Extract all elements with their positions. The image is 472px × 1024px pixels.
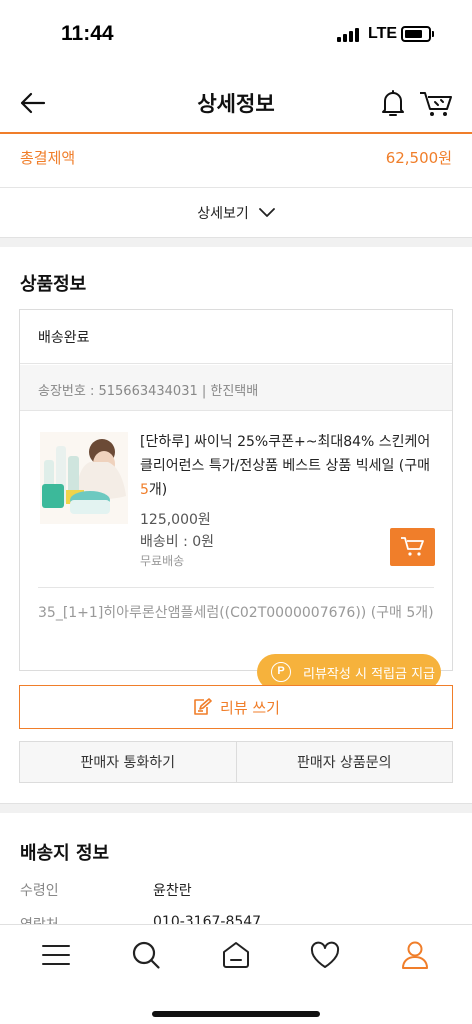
seller-actions: 판매자 통화하기 판매자 상품문의 (19, 741, 453, 783)
status-time: 11:44 (61, 22, 114, 45)
add-to-cart-button[interactable] (390, 528, 435, 566)
recipient-label: 수령인 (20, 883, 59, 899)
edit-icon (194, 698, 212, 715)
total-payment-row: 총결제액 62,500원 (0, 136, 472, 188)
tab-search[interactable] (126, 935, 166, 975)
write-review-button[interactable]: 리뷰 쓰기 (19, 685, 453, 729)
cart-icon (420, 92, 452, 116)
product-price: 125,000원 (140, 512, 211, 528)
order-card: 배송완료 송장번호 : 515663434031 | 한진택배 [단하루] 싸이… (19, 309, 453, 671)
detail-toggle-label: 상세보기 (197, 206, 249, 222)
user-icon (402, 941, 428, 969)
signal-icon (337, 28, 359, 42)
shipping-note: 무료배송 (140, 554, 185, 568)
tab-home[interactable] (216, 935, 256, 975)
bottom-tab-bar (0, 924, 472, 1024)
heart-icon (310, 941, 340, 968)
status-bar: 11:44 LTE (0, 0, 472, 72)
tracking-info: 송장번호 : 515663434031 | 한진택배 (38, 384, 259, 399)
app-header: 상세정보 (0, 72, 472, 134)
purchase-quantity: 5 (140, 482, 149, 498)
product-section-title: 상품정보 (20, 274, 87, 295)
tracking-row: 송장번호 : 515663434031 | 한진택배 (20, 365, 452, 411)
product-name[interactable]: [단하루] 싸이닉 25%쿠폰+~최대84% 스킨케어 클리어런스 특가/전상품… (140, 430, 440, 502)
tooltip-text: 리뷰작성 시 적립금 지급 (303, 667, 435, 682)
call-seller-button[interactable]: 판매자 통화하기 (19, 741, 237, 783)
tab-menu[interactable] (36, 935, 76, 975)
card-divider (38, 587, 434, 588)
delivery-status-row: 배송완료 (20, 310, 452, 364)
point-icon: P (271, 662, 291, 682)
shipping-section-title: 배송지 정보 (20, 843, 110, 864)
write-review-label: 리뷰 쓰기 (220, 698, 280, 717)
recipient-value: 윤찬란 (153, 883, 192, 899)
network-label: LTE (368, 25, 398, 42)
product-image[interactable] (40, 432, 128, 524)
home-icon (223, 942, 249, 968)
cart-button[interactable] (416, 86, 456, 120)
tab-wishlist[interactable] (305, 935, 345, 975)
product-option: 35_[1+1]히아루론산앰플세럼((C02T0000007676)) (구매 … (38, 605, 434, 621)
notification-button[interactable] (376, 86, 410, 120)
chevron-down-icon (258, 208, 275, 217)
shipping-fee: 배송비 : 0원 (140, 534, 215, 550)
seller-inquiry-button[interactable]: 판매자 상품문의 (236, 741, 453, 783)
total-value: 62,500원 (385, 149, 452, 167)
delivery-status: 배송완료 (38, 330, 90, 346)
total-label: 총결제액 (20, 149, 76, 167)
section-divider (0, 237, 472, 247)
detail-toggle-button[interactable]: 상세보기 (0, 189, 472, 237)
section-divider (0, 803, 472, 813)
cart-icon (400, 537, 424, 556)
menu-icon (42, 945, 70, 965)
search-icon (132, 941, 160, 969)
home-indicator (152, 1011, 320, 1017)
battery-icon (401, 26, 434, 42)
tab-my-page[interactable] (395, 935, 435, 975)
bell-icon (382, 90, 404, 116)
